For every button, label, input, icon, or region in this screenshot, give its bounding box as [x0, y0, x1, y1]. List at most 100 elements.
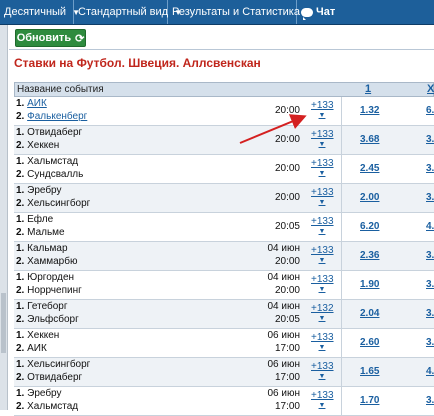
- odds-1[interactable]: 2.00: [360, 192, 379, 203]
- teams-cell[interactable]: 1. Эребру 2. Хальмстад: [16, 388, 78, 413]
- more-markets-count: +133: [311, 274, 334, 285]
- odds-x[interactable]: 6.: [426, 105, 434, 116]
- column-header-1[interactable]: 1: [365, 83, 371, 96]
- event-date: 04 июн: [267, 301, 300, 312]
- cell-divider: [341, 387, 342, 415]
- home-team[interactable]: Хальмстад: [27, 156, 78, 167]
- home-team[interactable]: Эребру: [27, 185, 61, 196]
- teams-cell[interactable]: 1. Юргорден 2. Норрчепинг: [16, 272, 82, 297]
- odds-x[interactable]: 3.: [426, 250, 434, 261]
- home-team[interactable]: Гетеборг: [27, 301, 67, 312]
- home-team[interactable]: Юргорден: [27, 272, 74, 283]
- refresh-button[interactable]: Обновить ⟳: [15, 29, 86, 47]
- odds-x[interactable]: 3.: [426, 163, 434, 174]
- more-markets-link[interactable]: +133 ▼: [311, 187, 334, 207]
- more-markets-link[interactable]: +133 ▼: [311, 216, 334, 236]
- odds-1[interactable]: 3.68: [360, 134, 379, 145]
- odds-x[interactable]: 4.: [426, 366, 434, 377]
- odds-1[interactable]: 1.70: [360, 395, 379, 406]
- more-markets-link[interactable]: +133 ▼: [311, 100, 334, 120]
- column-header-x[interactable]: X: [427, 83, 434, 96]
- event-clock: 20:05: [274, 221, 300, 232]
- odds-x[interactable]: 3.: [426, 308, 434, 319]
- more-markets-link[interactable]: +133 ▼: [311, 332, 334, 352]
- cell-divider: [341, 358, 342, 386]
- teams-cell[interactable]: 1. Гетеборг 2. Эльфсборг: [16, 301, 79, 326]
- home-team[interactable]: Отвидаберг: [27, 127, 82, 138]
- more-markets-count: +133: [311, 332, 334, 343]
- odds-1[interactable]: 2.36: [360, 250, 379, 261]
- teams-cell[interactable]: 1. АИК 2. Фалькенберг: [16, 98, 87, 123]
- more-markets-link[interactable]: +133 ▼: [311, 245, 334, 265]
- away-team[interactable]: АИК: [27, 343, 47, 354]
- more-markets-link[interactable]: +133 ▼: [311, 129, 334, 149]
- teams-cell[interactable]: 1. Хеккен 2. АИК: [16, 330, 59, 355]
- event-time: 20:00: [275, 105, 300, 118]
- odds-1[interactable]: 1.90: [360, 279, 379, 290]
- table-row: 1. Кальмар 2. Хаммарбю 04 июн 20:00 +133 ▼ 2.3…: [14, 242, 434, 271]
- odds-1[interactable]: 2.45: [360, 163, 379, 174]
- table-row: 1. Хеккен 2. АИК 06 июн 17:00 +133 ▼ 2.60 3.: [14, 329, 434, 358]
- more-markets-count: +133: [311, 245, 334, 256]
- menu-results-stats[interactable]: Результаты и Статистика ▼: [168, 0, 314, 24]
- odds-1[interactable]: 2.04: [360, 308, 379, 319]
- team-number: 1.: [16, 243, 25, 254]
- home-team[interactable]: Хеккен: [27, 330, 59, 341]
- away-team[interactable]: Сундсвалль: [27, 169, 83, 180]
- teams-cell[interactable]: 1. Ефле 2. Мальме: [16, 214, 65, 239]
- away-team[interactable]: Мальме: [27, 227, 65, 238]
- teams-cell[interactable]: 1. Хальмстад 2. Сундсвалль: [16, 156, 83, 181]
- more-markets-link[interactable]: +133 ▼: [311, 361, 334, 381]
- event-time: 20:00: [275, 192, 300, 205]
- left-scrollbar[interactable]: [0, 25, 8, 410]
- cell-divider: [341, 271, 342, 299]
- cell-divider: [341, 184, 342, 212]
- odds-1[interactable]: 6.20: [360, 221, 379, 232]
- cell-divider: [341, 126, 342, 154]
- home-team[interactable]: АИК: [27, 98, 47, 109]
- home-team[interactable]: Кальмар: [27, 243, 67, 254]
- odds-1[interactable]: 1.65: [360, 366, 379, 377]
- teams-cell[interactable]: 1. Кальмар 2. Хаммарбю: [16, 243, 77, 268]
- home-team[interactable]: Хельсингборг: [27, 359, 90, 370]
- odds-x[interactable]: 4.: [426, 221, 434, 232]
- more-markets-count: +133: [311, 216, 334, 227]
- odds-x[interactable]: 3.: [426, 134, 434, 145]
- event-clock: 20:05: [274, 313, 300, 325]
- event-time: 06 июн 17:00: [267, 388, 300, 413]
- odds-1[interactable]: 1.32: [360, 105, 379, 116]
- home-team[interactable]: Эребру: [27, 388, 61, 399]
- odds-1[interactable]: 2.60: [360, 337, 379, 348]
- team-number: 2.: [16, 284, 25, 296]
- away-team[interactable]: Норрчепинг: [27, 285, 82, 296]
- odds-x[interactable]: 3.: [426, 192, 434, 203]
- away-team[interactable]: Эльфсборг: [27, 314, 79, 325]
- away-team[interactable]: Хеккен: [27, 140, 59, 151]
- menu-standard-view[interactable]: Стандартный вид ▼: [74, 0, 182, 24]
- more-markets-link[interactable]: +133 ▼: [311, 158, 334, 178]
- more-markets-link[interactable]: +133 ▼: [311, 274, 334, 294]
- odds-x[interactable]: 3.: [426, 395, 434, 406]
- event-clock: 20:00: [274, 134, 300, 145]
- teams-cell[interactable]: 1. Отвидаберг 2. Хеккен: [16, 127, 82, 152]
- event-time: 06 июн 17:00: [267, 359, 300, 384]
- away-team[interactable]: Фалькенберг: [27, 111, 87, 122]
- away-team[interactable]: Отвидаберг: [27, 372, 82, 383]
- home-team[interactable]: Ефле: [27, 214, 53, 225]
- refresh-icon: ⟳: [75, 32, 85, 45]
- event-date: 04 июн: [267, 243, 300, 254]
- menu-chat[interactable]: Чат: [297, 0, 339, 24]
- event-date: 04 июн: [267, 272, 300, 283]
- more-markets-link[interactable]: +132 ▼: [311, 303, 334, 323]
- team-number: 2.: [16, 168, 25, 180]
- odds-x[interactable]: 3.: [426, 279, 434, 290]
- teams-cell[interactable]: 1. Эребру 2. Хельсингборг: [16, 185, 90, 210]
- menu-decimal[interactable]: Десятичный ▼: [0, 0, 80, 24]
- scrollbar-thumb[interactable]: [1, 293, 6, 353]
- odds-x[interactable]: 3.: [426, 337, 434, 348]
- away-team[interactable]: Хаммарбю: [27, 256, 77, 267]
- more-markets-link[interactable]: +133 ▼: [311, 390, 334, 410]
- away-team[interactable]: Хельсингборг: [27, 198, 90, 209]
- team-number: 1.: [16, 388, 25, 399]
- teams-cell[interactable]: 1. Хельсингборг 2. Отвидаберг: [16, 359, 90, 384]
